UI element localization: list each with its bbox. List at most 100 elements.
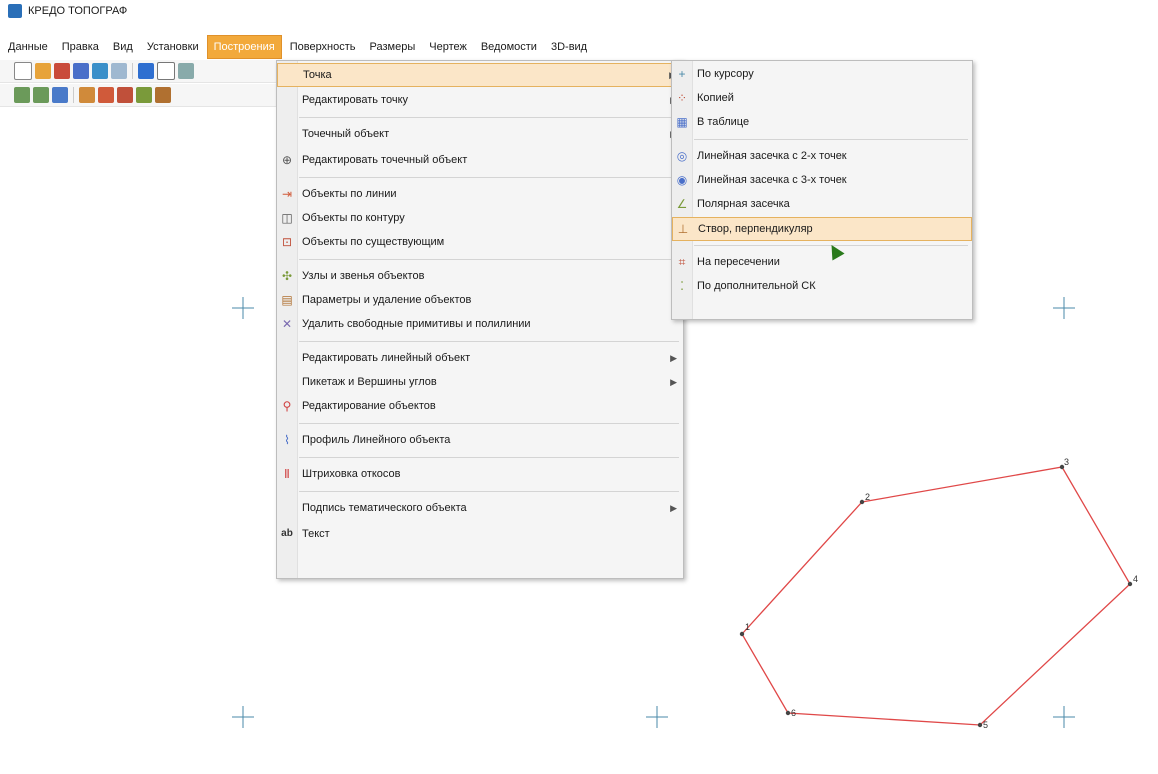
menu-bar: Данные Правка Вид Установки Построения П… [0,35,1158,59]
perpendicular-icon: ⊥ [677,222,689,236]
hatching-icon: Ⅱ [284,467,290,481]
edit-objects-icon: ⚲ [282,399,292,413]
undo-icon[interactable] [92,63,108,79]
submenu-arrow-icon: ▶ [670,376,677,387]
snap-icon[interactable] [14,87,30,103]
properties-icon[interactable] [138,63,154,79]
menu-separator [299,341,679,342]
menu-item-label: Подпись тематического объекта [302,502,467,514]
new-file-icon[interactable] [14,62,32,80]
menu-item-label: По курсору [697,68,754,80]
contour-tool-icon[interactable] [117,87,133,103]
menu-item-label: Линейная засечка с 2-х точек [697,150,847,162]
save-icon[interactable] [73,63,89,79]
toolbar-secondary [0,84,289,107]
app-title: КРЕДО ТОПОГРАФ [28,5,128,17]
menu-item-pickets[interactable]: Пикетаж и Вершины углов ▶ [277,371,683,393]
build-menu-dropdown: Точка ▶ Редактировать точку ▶ Точечный о… [276,60,684,579]
submenu-item-linear-2[interactable]: ◎ Линейная засечка с 2-х точек [672,145,972,167]
vertex-label: 3 [1064,457,1069,467]
toolbar-separator [132,63,133,79]
submenu-item-cursor[interactable]: + По курсору [672,63,972,85]
menu-data[interactable]: Данные [2,36,54,58]
menu-dimensions[interactable]: Размеры [364,36,422,58]
menu-item-label: Редактировать точечный объект [302,154,468,166]
copy-icon: ⁘ [676,91,688,105]
submenu-item-extra-cs[interactable]: ⁚ По дополнительной СК [672,275,972,297]
menu-item-point-object[interactable]: Точечный объект ▶ [277,123,683,145]
menu-edit[interactable]: Правка [56,36,105,58]
menu-item-label: Копией [697,92,734,104]
menu-item-line-objects[interactable]: ⇥ Объекты по линии [277,183,683,205]
import-icon[interactable] [54,63,70,79]
menu-item-label: Узлы и звенья объектов [302,270,425,282]
menu-item-text[interactable]: ab Текст [277,523,683,545]
vertex-point[interactable] [977,722,983,728]
menu-item-params-delete[interactable]: ▤ Параметры и удаление объектов [277,289,683,311]
snap-alt-icon[interactable] [33,87,49,103]
redo-icon[interactable] [111,63,127,79]
vertex-labels: 1 2 3 4 5 6 [745,457,1138,730]
vertex-label: 2 [865,492,870,502]
open-file-icon[interactable] [35,63,51,79]
line-tool-icon[interactable] [98,87,114,103]
menu-item-edit-linear-object[interactable]: Редактировать линейный объект ▶ [277,347,683,369]
menu-settings[interactable]: Установки [141,36,205,58]
menu-item-hatching[interactable]: Ⅱ Штриховка откосов [277,463,683,485]
cursor-icon: + [678,67,686,81]
menu-surface[interactable]: Поверхность [284,36,362,58]
menu-view[interactable]: Вид [107,36,139,58]
menu-reports[interactable]: Ведомости [475,36,543,58]
vertex-label: 5 [983,720,988,730]
vertex-label: 1 [745,622,750,632]
menu-item-edit-point-object[interactable]: ⊕ Редактировать точечный объект [277,149,683,171]
vertex-point[interactable] [739,631,745,637]
point-tool-icon[interactable] [79,87,95,103]
zoom-icon[interactable] [52,87,68,103]
menu-item-edit-objects[interactable]: ⚲ Редактирование объектов [277,395,683,417]
submenu-arrow-icon: ▶ [670,352,677,363]
layers-icon[interactable] [178,63,194,79]
line-objects-icon: ⇥ [281,187,293,201]
menu-item-label: Редактировать линейный объект [302,352,471,364]
submenu-item-copy[interactable]: ⁘ Копией [672,87,972,109]
app-logo-icon [8,4,22,18]
menu-drawing[interactable]: Чертеж [423,36,473,58]
menu-build[interactable]: Построения [206,35,282,59]
params-tool-icon[interactable] [155,87,171,103]
menu-item-label: Объекты по линии [302,188,397,200]
vertex-point[interactable] [785,710,791,716]
menu-separator [299,457,679,458]
frame-icon[interactable] [157,62,175,80]
existing-objects-icon: ⊡ [281,235,293,249]
menu-item-label: Полярная засечка [697,198,790,210]
menu-item-nodes[interactable]: ✣ Узлы и звенья объектов [277,265,683,287]
menu-item-contour-objects[interactable]: ◫ Объекты по контуру [277,207,683,229]
menu-item-label: Линейная засечка с 3-х точек [697,174,847,186]
menu-item-delete-primitives[interactable]: ✕ Удалить свободные примитивы и полилини… [277,313,683,335]
vertex-point[interactable] [859,499,865,505]
submenu-item-perpendicular[interactable]: ⊥ Створ, перпендикуляр [672,217,972,241]
submenu-arrow-icon: ▶ [670,502,677,513]
submenu-item-intersection[interactable]: ⌗ На пересечении [672,251,972,273]
submenu-item-polar[interactable]: ∠ Полярная засечка [672,193,972,215]
linear-3-icon: ◉ [676,173,688,187]
menu-item-label: Профиль Линейного объекта [302,434,451,446]
traverse-polygon[interactable] [741,466,1131,726]
menu-item-label: Редактирование объектов [302,400,436,412]
menu-item-label: На пересечении [697,256,780,268]
menu-item-point[interactable]: Точка ▶ [277,63,683,87]
menu-item-thematic-label[interactable]: Подпись тематического объекта ▶ [277,497,683,519]
intersection-icon: ⌗ [678,255,686,269]
vertex-point[interactable] [1127,581,1133,587]
submenu-item-table[interactable]: ▦ В таблице [672,111,972,133]
submenu-item-linear-3[interactable]: ◉ Линейная засечка с 3-х точек [672,169,972,191]
menu-3d[interactable]: 3D-вид [545,36,593,58]
menu-item-existing-objects[interactable]: ⊡ Объекты по существующим [277,231,683,253]
menu-item-edit-point[interactable]: Редактировать точку ▶ [277,89,683,111]
node-tool-icon[interactable] [136,87,152,103]
menu-item-label: Створ, перпендикуляр [698,223,813,235]
menu-item-profile[interactable]: ⌇ Профиль Линейного объекта [277,429,683,451]
menu-item-label: Точка [303,69,332,81]
vertex-points [739,464,1133,728]
